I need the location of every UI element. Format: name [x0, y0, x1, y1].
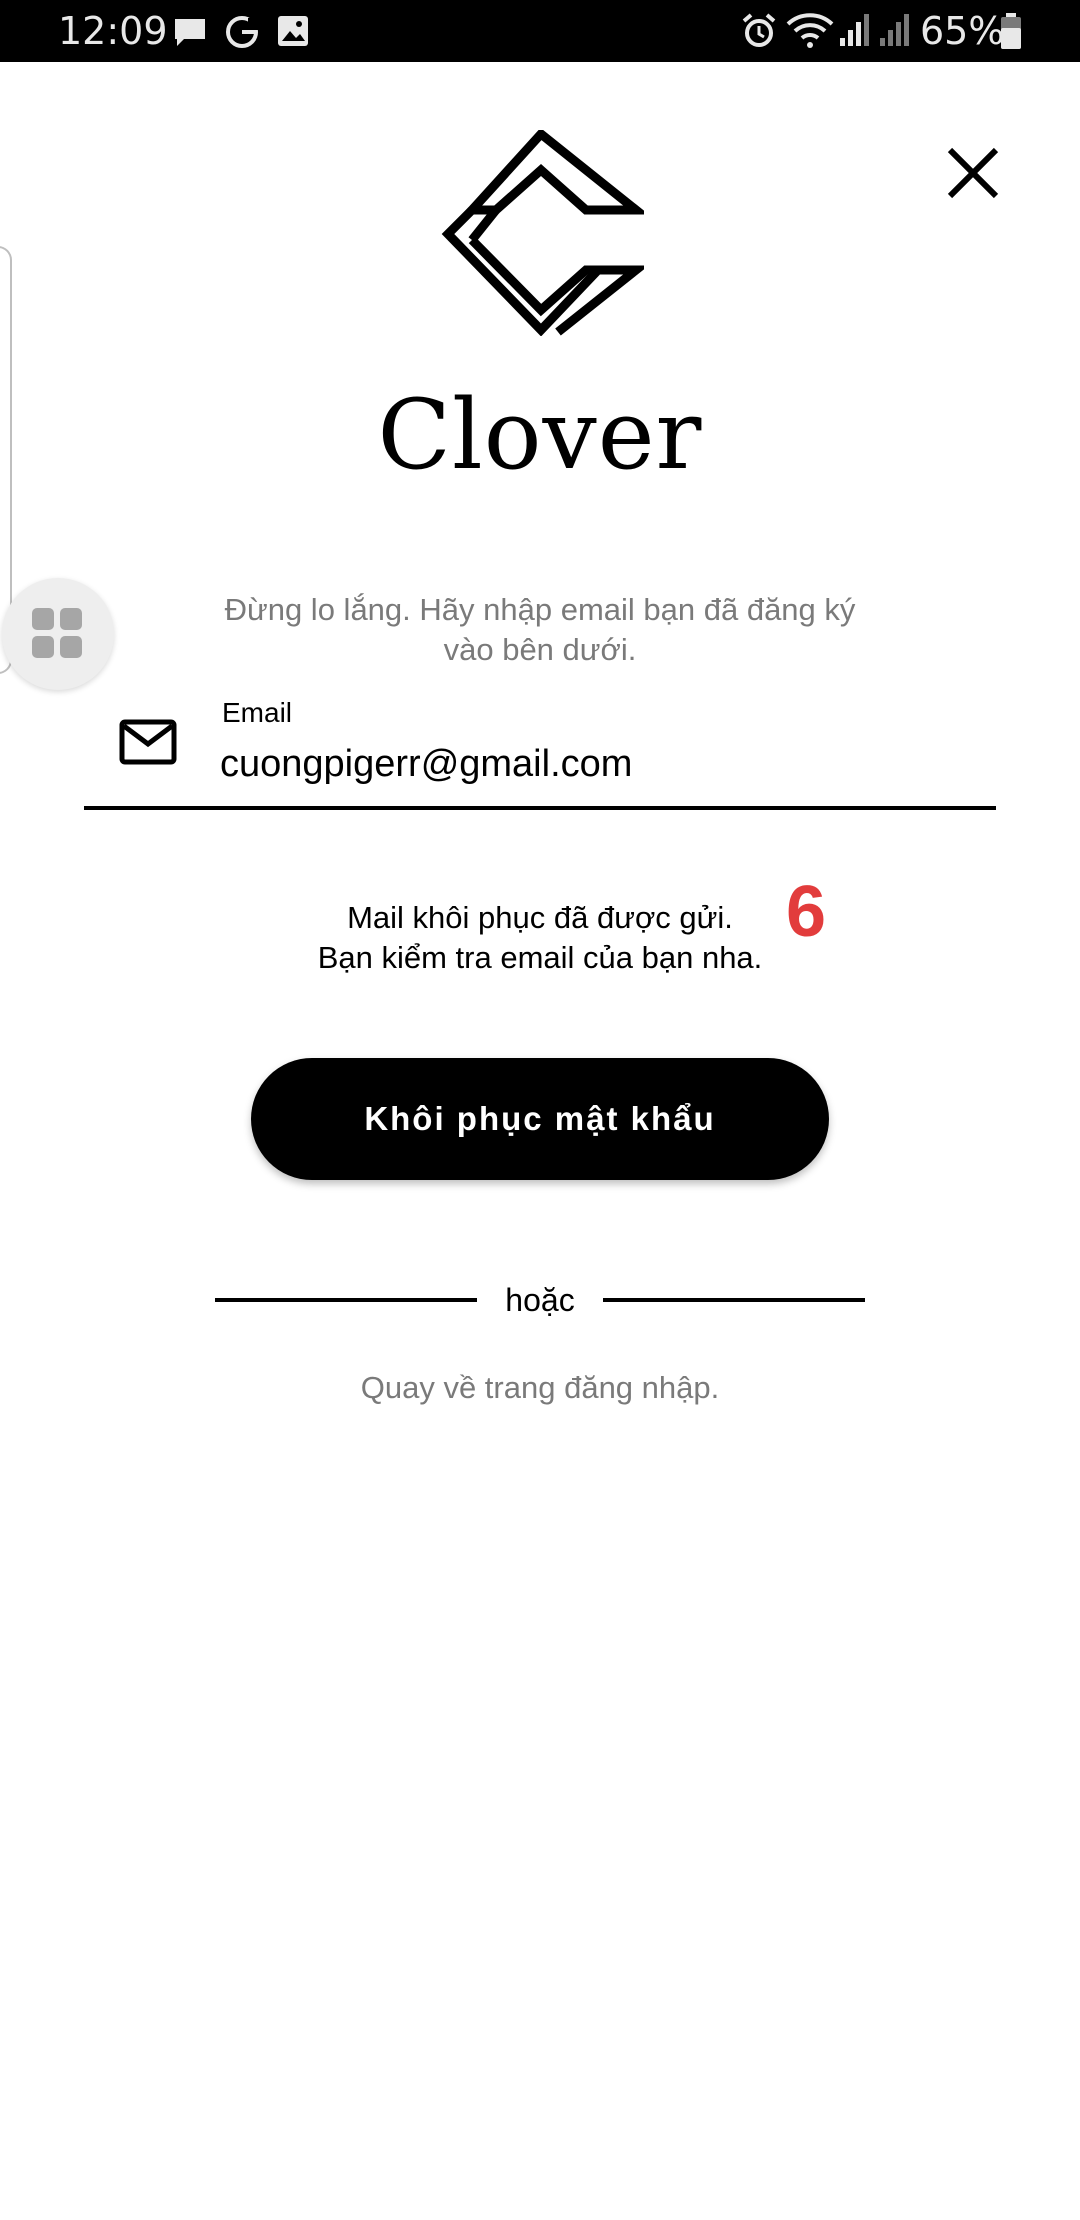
brand-name: Clover	[377, 379, 703, 491]
mail-icon	[119, 719, 177, 765]
grid-square	[60, 608, 82, 630]
g-icon	[226, 16, 258, 48]
grid-square	[32, 636, 54, 658]
back-to-login-link[interactable]: Quay về trang đăng nhập.	[0, 1368, 1080, 1408]
signal-icon	[840, 14, 869, 46]
battery-icon	[1001, 13, 1021, 49]
success-message-line2: Bạn kiểm tra email của bạn nha.	[317, 940, 763, 975]
step-annotation: 6	[786, 872, 827, 952]
clover-logo-icon	[441, 130, 644, 336]
instruction-text: Đừng lo lắng. Hãy nhập email bạn đã đăng…	[224, 592, 856, 667]
close-icon[interactable]	[940, 140, 1006, 206]
email-underline	[84, 806, 996, 810]
grid-square	[60, 636, 82, 658]
battery-percent: 65%	[920, 9, 1005, 53]
recover-password-button[interactable]: Khôi phục mật khẩu	[251, 1058, 829, 1180]
signal-icon	[880, 14, 909, 46]
success-message-line1: Mail khôi phục đã được gửi.	[347, 900, 733, 935]
email-label: Email	[222, 697, 293, 728]
email-input[interactable]	[220, 736, 980, 792]
status-time: 12:09	[58, 9, 168, 53]
status-bar: 12:09 65%	[0, 0, 1080, 62]
apps-grid-icon[interactable]	[2, 578, 114, 690]
wifi-icon	[786, 13, 834, 48]
alarm-icon	[742, 13, 776, 47]
grid-square	[32, 608, 54, 630]
divider-text: hoặc	[505, 1282, 575, 1318]
image-icon	[278, 16, 308, 46]
forgot-password-screen: 12:09 65% Clover Đừng lo lắng. Hãy nhập …	[0, 0, 1080, 2220]
message-icon	[175, 19, 205, 46]
divider-line-right	[603, 1298, 865, 1302]
email-field[interactable]: Email	[84, 690, 996, 812]
success-message: Mail khôi phục đã được gửi. Bạn kiểm tra…	[240, 898, 840, 978]
